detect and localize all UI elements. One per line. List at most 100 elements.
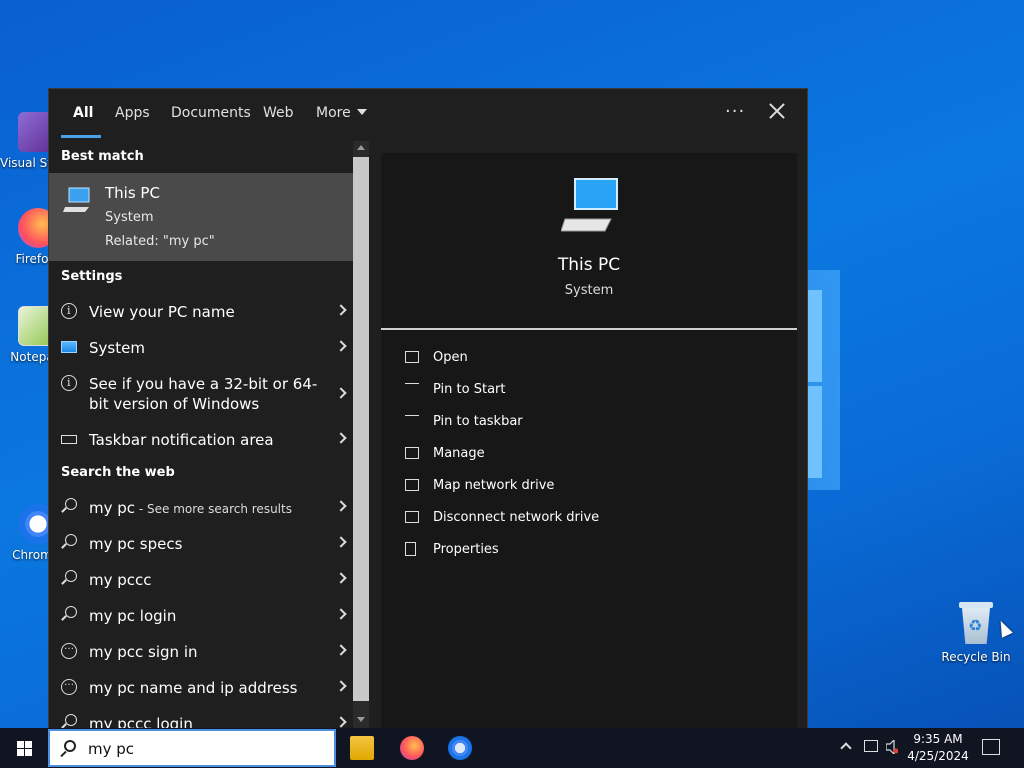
best-match-title: This PC [105,184,160,202]
web-result[interactable]: my pc name and ip address [49,669,353,705]
action-label: Manage [433,446,485,461]
search-panel: All Apps Documents Web More ··· Best mat… [48,88,809,729]
search-web-heading: Search the web [61,465,175,480]
tab-more[interactable]: More [316,105,367,121]
active-tab-indicator [61,135,101,138]
web-result-label: my pc - See more search results [89,499,292,517]
volume-muted-icon[interactable] [886,740,898,754]
taskbar-search-input[interactable]: my pc [48,729,336,767]
web-result[interactable]: my pc - See more search results [49,489,353,525]
show-hidden-icons-icon[interactable] [840,742,852,754]
this-pc-icon [63,187,90,212]
action-map-network-drive[interactable]: Map network drive [381,472,797,502]
chevron-right-icon [335,680,347,692]
network-icon[interactable] [864,740,878,752]
web-result[interactable]: my pccc [49,561,353,597]
action-center-icon[interactable] [982,739,1000,755]
web-result[interactable]: my pccc login [49,705,353,729]
tab-documents[interactable]: Documents [171,105,251,121]
chrome-icon[interactable] [448,736,472,760]
chevron-right-icon [335,340,347,352]
detail-divider [381,328,797,330]
web-result-label: my pc name and ip address [89,679,298,697]
action-properties[interactable]: Properties [381,536,797,566]
web-result-label: my pc login [89,607,177,625]
search-input-value: my pc [88,740,135,758]
web-result[interactable]: my pc login [49,597,353,633]
action-label: Pin to taskbar [433,414,523,429]
web-result[interactable]: my pcc sign in [49,633,353,669]
tab-web[interactable]: Web [263,105,294,121]
chevron-right-icon [335,608,347,620]
taskbar-icon [61,435,77,444]
firefox-icon[interactable] [400,736,424,760]
taskbar: my pc 9:35 AM 4/25/2024 [0,728,1024,768]
clock-time: 9:35 AM [913,732,963,746]
open-icon [405,351,419,363]
action-label: Disconnect network drive [433,510,600,525]
action-disconnect-network-drive[interactable]: Disconnect network drive [381,504,797,534]
recycle-bin-icon: ♻ [958,602,994,644]
results-list: Best match This PC System Related: "my p… [49,141,353,729]
action-label: Open [433,350,468,365]
web-result-label: my pccc login [89,715,193,729]
action-pin-to-start[interactable]: Pin to Start [381,376,797,406]
chevron-right-icon [335,387,347,399]
tab-all[interactable]: All [73,105,93,121]
settings-item-label: Taskbar notification area [89,431,274,449]
scroll-up-icon[interactable] [357,145,365,150]
tab-more-label: More [316,105,351,121]
wallpaper-logo-pane [808,290,822,382]
action-manage[interactable]: Manage [381,440,797,470]
start-button[interactable] [0,728,48,768]
search-icon [64,740,76,752]
search-tabs: All Apps Documents Web More ··· [49,89,809,139]
settings-item-label: View your PC name [89,303,235,321]
scroll-down-icon[interactable] [357,717,365,722]
chevron-down-icon [356,109,367,115]
tab-apps[interactable]: Apps [115,105,150,121]
file-explorer-icon[interactable] [350,736,374,760]
settings-item-taskbar-notification[interactable]: Taskbar notification area [49,421,353,457]
chevron-right-icon [335,500,347,512]
web-result[interactable]: my pc specs [49,525,353,561]
pin-icon [405,415,419,427]
close-icon[interactable] [767,101,787,121]
scrollbar-thumb[interactable] [353,157,369,701]
chevron-right-icon [335,432,347,444]
wallpaper-logo-pane [808,386,822,478]
search-icon [65,498,77,510]
clock-date: 4/25/2024 [907,749,969,763]
action-open[interactable]: Open [381,344,797,374]
chevron-right-icon [335,716,347,728]
detail-title: This PC [557,255,621,275]
web-result-label: my pcc sign in [89,643,198,661]
system-icon [61,341,77,353]
action-label: Map network drive [433,478,555,493]
settings-item-view-pc-name[interactable]: View your PC name [49,293,353,329]
chevron-right-icon [335,536,347,548]
best-match-heading: Best match [61,149,144,164]
system-clock[interactable]: 9:35 AM 4/25/2024 [906,731,970,765]
settings-heading: Settings [61,269,123,284]
search-icon [65,570,77,582]
windows-logo-icon [17,741,24,748]
this-pc-large-icon [561,178,618,232]
detail-subtitle: System [564,283,614,298]
settings-item-system[interactable]: System [49,329,353,365]
chevron-right-icon [335,304,347,316]
network-drive-icon [405,479,419,491]
info-icon [61,375,77,391]
search-icon [65,714,77,726]
best-match-item[interactable]: This PC System Related: "my pc" [49,173,353,261]
info-icon [61,303,77,319]
chevron-right-icon [335,572,347,584]
action-pin-to-taskbar[interactable]: Pin to taskbar [381,408,797,438]
chat-icon [61,641,77,659]
detail-pane: This PC System Open Pin to Start Pin to … [381,153,797,729]
settings-item-32-64-bit[interactable]: See if you have a 32-bit or 64-bit versi… [49,365,353,421]
more-options-icon[interactable]: ··· [725,101,745,122]
pin-icon [405,383,419,395]
action-label: Pin to Start [433,382,506,397]
settings-item-label: See if you have a 32-bit or 64-bit versi… [89,375,318,413]
